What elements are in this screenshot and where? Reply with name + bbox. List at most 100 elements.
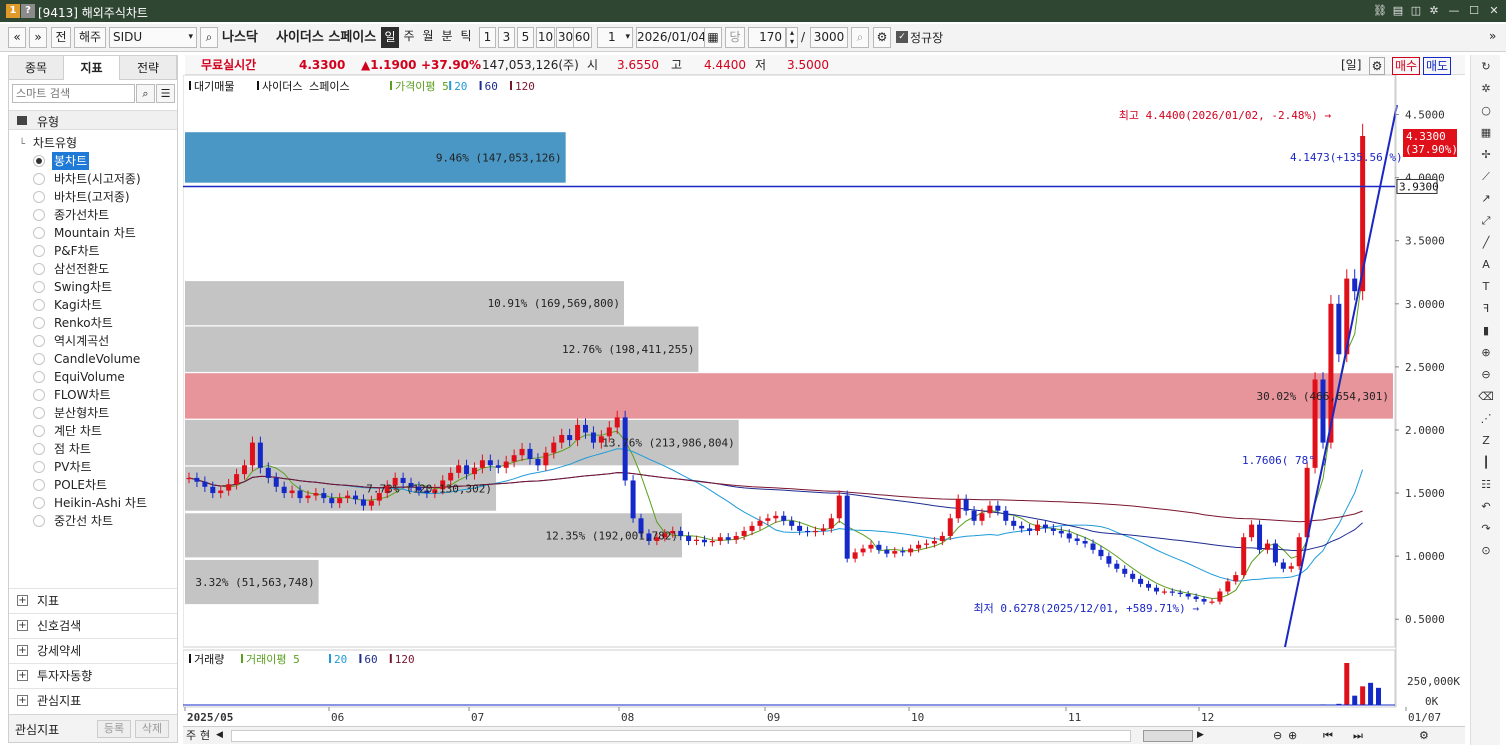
minimize-icon[interactable]: — [1446,3,1462,19]
ray-icon[interactable]: ⤢ [1478,213,1494,229]
market-button[interactable]: 해주 [74,27,106,48]
bars-stepper[interactable]: ▴ ▾ [786,27,798,48]
register-button[interactable]: 등록 [97,720,131,738]
smart-search-input[interactable] [12,84,135,103]
period-tick-button[interactable]: 틱 [457,27,475,48]
memo-icon[interactable]: ▤ [1390,3,1406,19]
scrollbar-thumb[interactable] [1143,730,1193,742]
buy-button[interactable]: 매수 [1392,57,1421,75]
circle-icon[interactable]: ○ [1478,103,1494,119]
chevron-down-icon[interactable]: ▾ [625,28,630,47]
expand-plus-icon[interactable]: + [17,670,28,681]
redo-icon[interactable]: ↷ [1478,521,1494,537]
period-badge[interactable]: [일] [1341,57,1361,73]
candle-icon[interactable]: ▮ [1478,323,1494,339]
list-icon[interactable]: ☰ [156,84,175,103]
scrollbar-track[interactable] [231,730,1131,742]
radio-icon[interactable] [33,335,45,347]
radio-icon[interactable] [33,263,45,275]
radio-icon[interactable] [33,461,45,473]
section-item[interactable]: + 투자자동향 [9,663,177,687]
sell-button[interactable]: 매도 [1423,57,1452,75]
max-bars-input[interactable]: 3000 [810,27,848,48]
type-section-header[interactable]: 유형 [9,110,177,130]
period-minute-button[interactable]: 분 [438,27,456,48]
radio-icon[interactable] [33,191,45,203]
radio-icon[interactable] [33,299,45,311]
interval-1-button[interactable]: 1 [479,27,496,48]
scroll-right-icon[interactable]: ▶ [1197,728,1204,743]
settings-icon[interactable]: ✲ [1478,81,1494,97]
expand-plus-icon[interactable]: + [17,620,28,631]
tab-indicator[interactable]: 지표 [64,56,120,80]
expand-plus-icon[interactable]: + [17,595,28,606]
gann-icon[interactable]: ⋰ [1478,411,1494,427]
expand-icon[interactable]: » [1489,29,1496,43]
interval-60-button[interactable]: 60 [573,27,592,48]
radio-icon[interactable] [33,245,45,257]
capture-icon[interactable]: ◫ [1408,3,1424,19]
period-day-button[interactable]: 일 [381,27,399,48]
zoom-out-icon[interactable]: ⊖ [1273,728,1282,743]
section-item[interactable]: + 지표 [9,588,177,612]
tree-root[interactable]: └ 차트유형 [19,134,77,151]
chart-settings-icon[interactable]: ⚙ [1369,57,1385,75]
period-month-button[interactable]: 월 [419,27,437,48]
expand-plus-icon[interactable]: + [17,695,28,706]
fibonacci-icon[interactable]: ꟻ [1478,301,1494,317]
expand-plus-icon[interactable]: + [17,645,28,656]
section-item[interactable]: + 신호검색 [9,613,177,637]
dropdown-button[interactable]: » [29,27,47,48]
auto-icon[interactable]: A [1478,257,1494,273]
count-select[interactable]: 1 ▾ [597,27,633,48]
radio-icon[interactable] [33,209,45,221]
maximize-icon[interactable]: ☐ [1466,3,1482,19]
arrow-line-icon[interactable]: ↗ [1478,191,1494,207]
radio-icon[interactable] [33,497,45,509]
crosshair-icon[interactable]: ✢ [1478,147,1494,163]
date-input[interactable]: 2026/01/04 [636,27,706,48]
zoom-icon[interactable]: ⌕ [851,27,869,48]
next-page-icon[interactable]: ⏭ [1353,728,1363,743]
zoom-out-icon[interactable]: ⊖ [1478,367,1494,383]
diagonal-icon[interactable]: ╱ [1478,235,1494,251]
settings-icon[interactable]: ✲ [1426,3,1442,19]
radio-icon[interactable] [33,281,45,293]
vertical-lines-icon[interactable]: ┃ [1478,455,1494,471]
search-icon[interactable]: ⌕ [136,84,155,103]
radio-icon[interactable] [33,227,45,239]
radio-icon[interactable] [33,317,45,329]
period-week-button[interactable]: 주 [400,27,418,48]
radio-icon[interactable] [33,425,45,437]
link-icon[interactable]: ⛓ [1372,3,1388,19]
magnet-icon[interactable]: ⊙ [1478,543,1494,559]
first-page-icon[interactable]: ⏮ [1323,728,1333,743]
radio-icon[interactable] [33,155,45,167]
symbol-input[interactable]: SIDU ▾ [109,27,197,48]
chevron-down-icon[interactable]: ▾ [188,28,193,47]
gear-icon[interactable]: ⚙ [873,27,891,48]
refresh-icon[interactable]: ↻ [1478,59,1494,75]
radio-icon[interactable] [33,443,45,455]
section-item[interactable]: + 관심지표 [9,688,177,712]
radio-icon[interactable] [33,515,45,527]
scroll-left-icon[interactable]: ◀ [216,728,223,743]
section-item[interactable]: + 강세약세 [9,638,177,662]
delete-button[interactable]: 삭제 [135,720,169,738]
radio-icon[interactable] [33,173,45,185]
zigzag-icon[interactable]: Z [1478,433,1494,449]
radio-icon[interactable] [33,407,45,419]
search-button[interactable]: ⌕ [200,27,218,48]
interval-3-button[interactable]: 3 [498,27,515,48]
prev-button[interactable]: « [8,27,26,48]
interval-5-button[interactable]: 5 [517,27,534,48]
help-icon[interactable]: ? [21,4,35,18]
mode-week-label[interactable]: 주 [186,728,196,743]
close-icon[interactable]: ✕ [1486,3,1502,19]
radio-icon[interactable] [33,371,45,383]
zoom-in-icon[interactable]: ⊕ [1288,728,1297,743]
chart-area[interactable]: 4.50004.00003.50003.00002.50002.00001.50… [183,75,1468,727]
tab-stock[interactable]: 종목 [9,56,64,80]
mode-current-label[interactable]: 현 [200,728,210,743]
date-today-button[interactable]: 당 [725,27,745,48]
